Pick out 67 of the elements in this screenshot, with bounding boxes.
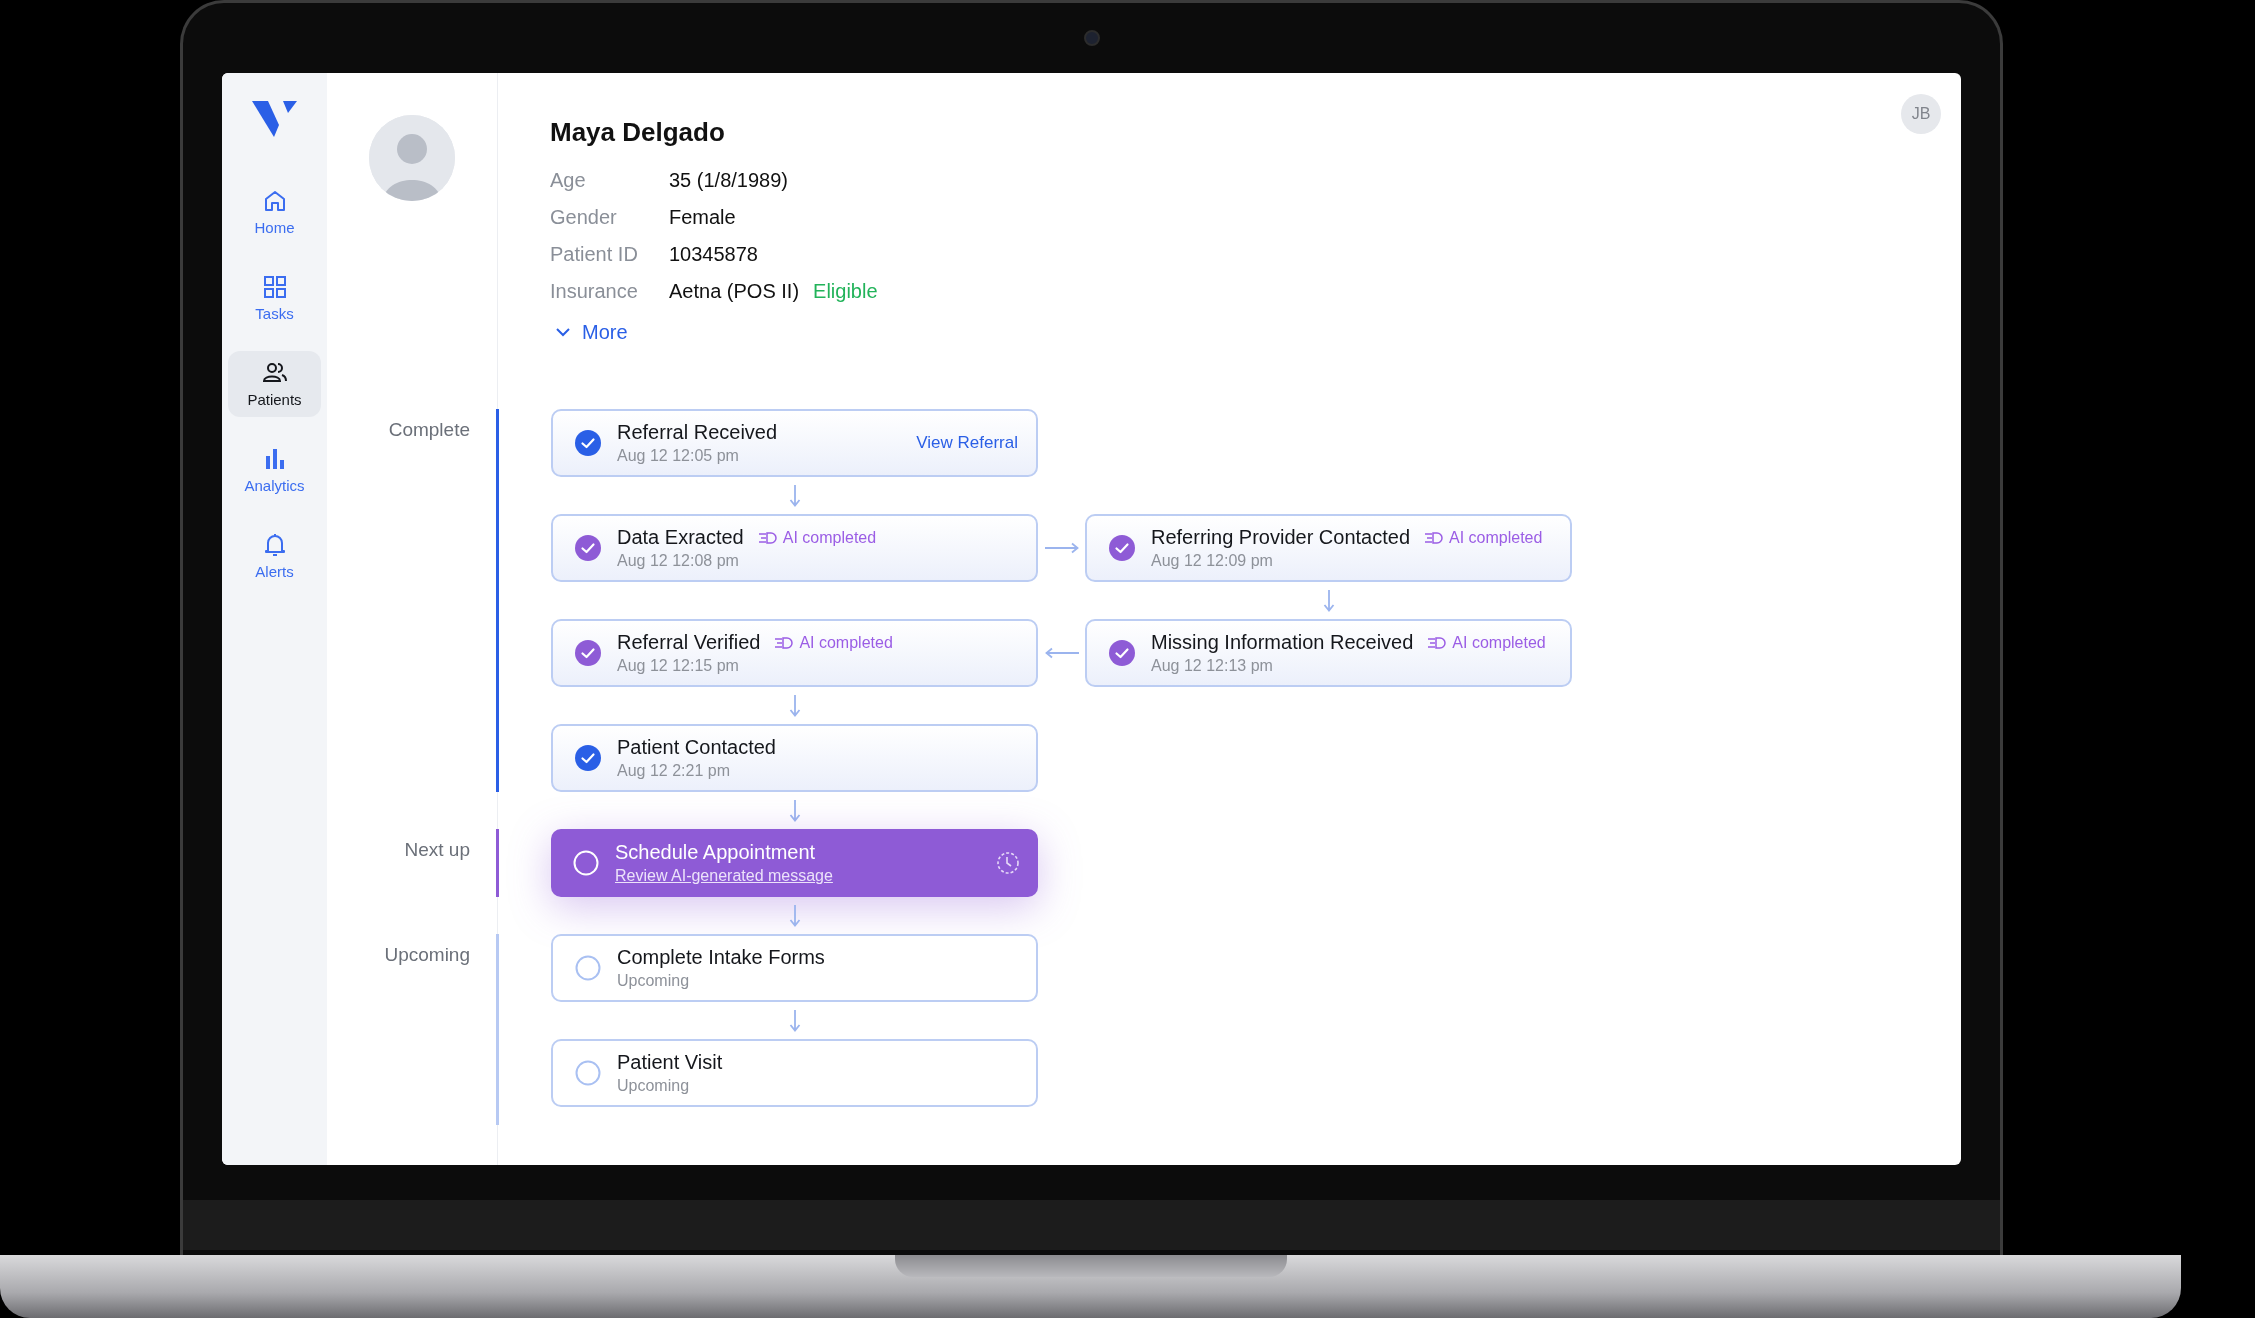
ai-badge-text: AI completed xyxy=(1449,528,1543,547)
step-card[interactable]: Patient Contacted Aug 12 2:21 pm xyxy=(551,724,1038,792)
step-card[interactable]: Referral Received Aug 12 12:05 pm View Referral xyxy=(551,409,1038,477)
step-card[interactable]: Data Exracted AI completed Aug 12 12:08 pm xyxy=(551,514,1038,582)
ai-icon xyxy=(1427,635,1448,650)
nav-item[interactable]: Alerts xyxy=(228,523,321,589)
step-title: Data Exracted xyxy=(617,526,744,549)
field-value: 35 (1/8/1989) xyxy=(669,169,788,192)
chevron-down-icon xyxy=(556,328,570,337)
step-card[interactable]: Missing Information Received AI completed Aug 12 12:13 pm xyxy=(1085,619,1572,687)
step-card[interactable]: Referring Provider Contacted AI completed Aug 12 12:09 pm xyxy=(1085,514,1572,582)
field-value: Aetna (POS II) xyxy=(669,280,800,303)
view-referral-link[interactable]: View Referral xyxy=(916,433,1018,453)
step-card[interactable]: Patient Visit Upcoming xyxy=(551,1039,1038,1107)
step-card[interactable]: Referral Verified AI completed Aug 12 12:15 pm xyxy=(551,619,1038,687)
nav-item[interactable]: Patients xyxy=(228,351,321,417)
step-subtitle: Aug 12 2:21 pm xyxy=(617,762,731,780)
nav-item[interactable]: Home xyxy=(228,179,321,245)
ai-icon xyxy=(774,635,795,650)
stage-label: Next up xyxy=(404,839,470,860)
status-text: Eligible xyxy=(813,280,878,303)
step-title: Patient Contacted xyxy=(617,736,776,759)
stage-label: Upcoming xyxy=(384,944,470,965)
review-link[interactable]: Review AI-generated message xyxy=(615,867,833,885)
connector-arrow xyxy=(788,903,801,928)
field-label: Patient ID xyxy=(550,243,639,266)
connector-arrow xyxy=(788,798,801,823)
ai-icon xyxy=(757,530,778,545)
step-title: Missing Information Received xyxy=(1151,631,1414,654)
ai-badge-text: AI completed xyxy=(799,633,893,652)
step-card[interactable]: Schedule Appointment Review AI-generated message xyxy=(551,829,1038,897)
step-card[interactable]: Complete Intake Forms Upcoming xyxy=(551,934,1038,1002)
tasks-icon xyxy=(261,274,288,300)
step-title: Referring Provider Contacted xyxy=(1151,526,1410,549)
ai-badge-text: AI completed xyxy=(782,528,877,547)
nav-item[interactable]: Tasks xyxy=(228,265,321,331)
step-subtitle: Upcoming xyxy=(617,1077,691,1095)
connector-arrow xyxy=(1043,647,1080,659)
connector-arrow xyxy=(788,1008,801,1033)
connector-arrow xyxy=(788,483,801,508)
patient-name: Maya Delgado xyxy=(550,117,726,148)
stage-label: Complete xyxy=(388,419,470,440)
step-title: Patient Visit xyxy=(617,1051,723,1074)
step-subtitle: Aug 12 12:09 pm xyxy=(1151,552,1274,570)
field-value: Female xyxy=(669,206,736,229)
step-subtitle: Aug 12 12:13 pm xyxy=(1151,657,1274,675)
camera-icon xyxy=(1083,30,1100,46)
connector-arrow xyxy=(1043,542,1080,554)
field-label: Insurance xyxy=(550,280,639,303)
field-label: Age xyxy=(550,169,587,192)
ai-icon xyxy=(1424,530,1444,545)
ai-badge-text: AI completed xyxy=(1452,633,1546,652)
connector-arrow xyxy=(788,693,801,718)
more-link[interactable]: More xyxy=(556,321,1901,344)
step-title: Referral Received xyxy=(617,421,778,444)
field-label: Gender xyxy=(550,206,618,229)
step-title: Complete Intake Forms xyxy=(617,946,825,969)
step-subtitle: Aug 12 12:05 pm xyxy=(617,447,740,465)
field-value: 10345878 xyxy=(669,243,758,266)
step-subtitle: Upcoming xyxy=(617,972,691,990)
step-subtitle: Aug 12 12:15 pm xyxy=(617,657,740,675)
step-title: Schedule Appointment xyxy=(615,841,816,864)
nav-item[interactable]: Analytics xyxy=(228,437,321,503)
step-title: Referral Verified xyxy=(617,631,761,654)
connector-arrow xyxy=(1322,588,1335,613)
step-subtitle: Aug 12 12:08 pm xyxy=(617,552,740,570)
clock-icon xyxy=(996,851,1020,875)
